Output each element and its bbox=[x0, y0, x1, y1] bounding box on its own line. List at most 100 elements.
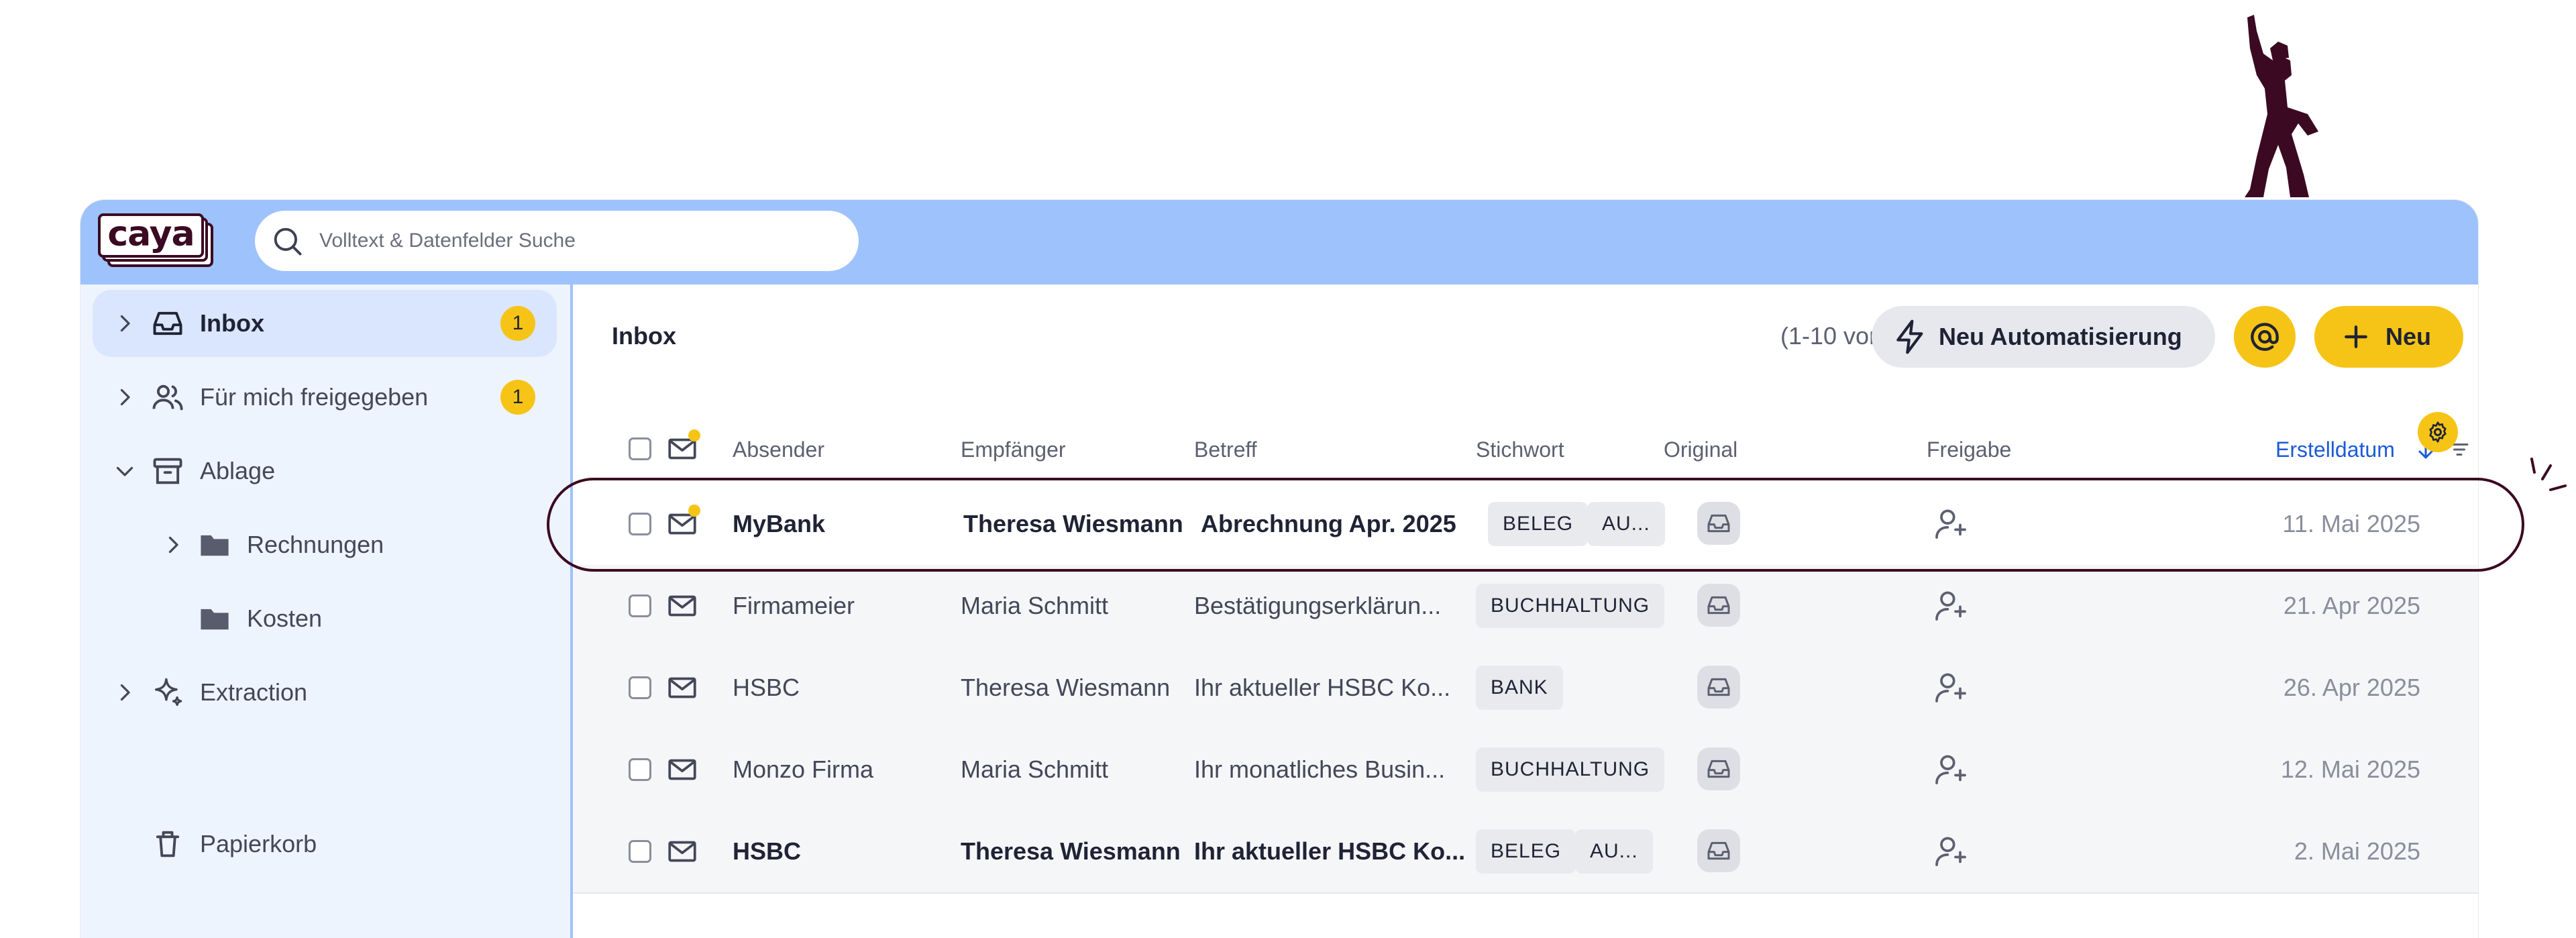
gear-icon bbox=[2429, 421, 2447, 443]
table-row[interactable]: HSBC Theresa Wiesmann Ihr aktueller HSBC… bbox=[573, 811, 2478, 894]
row-checkbox[interactable] bbox=[629, 676, 651, 699]
unread-indicator bbox=[688, 429, 700, 441]
column-settings-button[interactable] bbox=[2418, 412, 2458, 452]
keyword-tag[interactable]: AU... bbox=[1587, 502, 1665, 546]
table-row[interactable]: Monzo Firma Maria Schmitt Ihr monatliche… bbox=[573, 729, 2478, 812]
sidebar-item-label: Für mich freigegeben bbox=[200, 383, 429, 411]
sidebar-item-label: Inbox bbox=[200, 309, 264, 337]
subject-cell: Bestätigungserklärun... bbox=[1194, 592, 1442, 619]
column-header-recipient[interactable]: Empfänger bbox=[961, 437, 1066, 462]
recipient-cell: Theresa Wiesmann bbox=[961, 837, 1181, 865]
search-bar[interactable] bbox=[255, 211, 859, 271]
add-user-icon[interactable] bbox=[1932, 668, 1970, 706]
keyword-tag[interactable]: BELEG bbox=[1476, 829, 1576, 874]
table-row[interactable]: Firmameier Maria Schmitt Bestätigungserk… bbox=[573, 565, 2478, 648]
search-input[interactable] bbox=[318, 229, 844, 253]
created-date-cell: 2. Mai 2025 bbox=[2294, 837, 2420, 865]
sidebar-item-ablage[interactable]: Ablage bbox=[93, 437, 557, 505]
sidebar-item-extraction[interactable]: Extraction bbox=[93, 659, 557, 726]
column-header-sender[interactable]: Absender bbox=[733, 437, 824, 462]
add-user-icon[interactable] bbox=[1932, 586, 1970, 624]
unread-badge: 1 bbox=[500, 380, 535, 415]
add-user-icon[interactable] bbox=[1932, 750, 1970, 788]
unread-badge: 1 bbox=[500, 306, 535, 341]
sidebar-item-kosten[interactable]: Kosten bbox=[93, 585, 557, 652]
users-icon bbox=[152, 384, 183, 411]
recipient-cell: Theresa Wiesmann bbox=[961, 674, 1171, 701]
chevron-down-icon[interactable] bbox=[113, 459, 137, 483]
recipient-cell: Theresa Wiesmann bbox=[963, 510, 1183, 537]
sender-cell: HSBC bbox=[733, 837, 802, 865]
envelope-icon bbox=[668, 595, 696, 617]
chevron-right-icon[interactable] bbox=[161, 533, 185, 557]
sparkle-decoration bbox=[2530, 458, 2567, 491]
row-checkbox[interactable] bbox=[629, 758, 651, 781]
chevron-right-icon[interactable] bbox=[113, 680, 137, 705]
inbox-tray-icon bbox=[1707, 596, 1730, 615]
keyword-tag[interactable]: BUCHHALTUNG bbox=[1476, 747, 1665, 792]
original-document-button[interactable] bbox=[1697, 666, 1740, 709]
column-header-subject[interactable]: Betreff bbox=[1194, 437, 1257, 462]
original-document-button[interactable] bbox=[1697, 584, 1740, 627]
sender-cell: MyBank bbox=[733, 510, 826, 537]
created-date-cell: 21. Apr 2025 bbox=[2283, 592, 2420, 619]
sidebar-item-label: Extraction bbox=[200, 678, 308, 706]
add-user-icon[interactable] bbox=[1932, 505, 1970, 542]
sender-cell: Monzo Firma bbox=[733, 755, 874, 783]
row-checkbox[interactable] bbox=[629, 840, 651, 863]
email-upload-button[interactable] bbox=[2234, 306, 2296, 368]
dancer-illustration bbox=[2245, 15, 2318, 197]
logo-text: caya bbox=[107, 214, 195, 254]
app-window: caya Inbox 1 Für mich freigegeben 1 bbox=[80, 200, 2478, 938]
inbox-tray-icon bbox=[1707, 678, 1730, 696]
add-user-icon[interactable] bbox=[1932, 832, 1970, 870]
unread-indicator bbox=[688, 505, 700, 517]
sparkle-icon bbox=[154, 678, 182, 707]
sidebar-item-rechnungen[interactable]: Rechnungen bbox=[93, 511, 557, 578]
row-checkbox[interactable] bbox=[629, 513, 651, 535]
table-header: Absender Empfänger Betreff Stichwort Ori… bbox=[573, 417, 2478, 482]
table-row[interactable]: MyBank Theresa Wiesmann Abrechnung Apr. … bbox=[573, 483, 2478, 565]
original-document-button[interactable] bbox=[1697, 502, 1740, 545]
sidebar-item-inbox[interactable]: Inbox 1 bbox=[93, 290, 557, 357]
keyword-tag[interactable]: BUCHHALTUNG bbox=[1476, 584, 1665, 628]
inbox-tray-icon bbox=[1707, 841, 1730, 860]
original-document-button[interactable] bbox=[1697, 829, 1740, 872]
column-header-keyword[interactable]: Stichwort bbox=[1476, 437, 1564, 462]
subject-cell: Ihr aktueller HSBC Ko... bbox=[1194, 674, 1451, 701]
row-checkbox[interactable] bbox=[629, 594, 651, 617]
sidebar-item-shared-with-me[interactable]: Für mich freigegeben 1 bbox=[93, 364, 557, 431]
new-automation-button[interactable]: Neu Automatisierung bbox=[1872, 306, 2215, 368]
at-sign-icon bbox=[2251, 323, 2279, 351]
column-header-share[interactable]: Freigabe bbox=[1927, 437, 2011, 462]
original-document-button[interactable] bbox=[1697, 747, 1740, 790]
search-icon bbox=[274, 227, 302, 256]
sidebar-item-label: Papierkorb bbox=[200, 830, 317, 857]
subject-cell: Ihr aktueller HSBC Ko... bbox=[1194, 837, 1466, 865]
folder-icon bbox=[201, 609, 229, 630]
envelope-icon bbox=[668, 841, 696, 862]
subject-cell: Ihr monatliches Busin... bbox=[1194, 755, 1446, 783]
chevron-right-icon[interactable] bbox=[113, 311, 137, 335]
created-date-cell: 26. Apr 2025 bbox=[2283, 674, 2420, 701]
column-header-original[interactable]: Original bbox=[1664, 437, 1737, 462]
recipient-cell: Maria Schmitt bbox=[961, 755, 1109, 783]
keyword-tag[interactable]: BANK bbox=[1476, 666, 1563, 710]
page-title: Inbox bbox=[612, 322, 676, 350]
keyword-tag[interactable]: AU... bbox=[1575, 829, 1653, 874]
inbox-icon bbox=[153, 311, 182, 335]
new-button[interactable]: Neu bbox=[2314, 306, 2463, 368]
caya-logo[interactable]: caya bbox=[98, 213, 217, 267]
envelope-icon bbox=[668, 759, 696, 780]
select-all-checkbox[interactable] bbox=[629, 437, 651, 460]
chevron-right-icon[interactable] bbox=[113, 385, 137, 409]
column-header-created-date[interactable]: Erstelldatum bbox=[2275, 437, 2395, 462]
top-bar: caya bbox=[80, 200, 2478, 284]
sidebar-item-label: Ablage bbox=[200, 457, 276, 484]
keyword-tag[interactable]: BELEG bbox=[1488, 502, 1589, 546]
created-date-cell: 11. Mai 2025 bbox=[2282, 510, 2420, 537]
recipient-cell: Maria Schmitt bbox=[961, 592, 1109, 619]
sidebar-item-papierkorb[interactable]: Papierkorb bbox=[93, 811, 557, 878]
created-date-cell: 12. Mai 2025 bbox=[2280, 755, 2420, 783]
table-row[interactable]: HSBC Theresa Wiesmann Ihr aktueller HSBC… bbox=[573, 647, 2478, 730]
